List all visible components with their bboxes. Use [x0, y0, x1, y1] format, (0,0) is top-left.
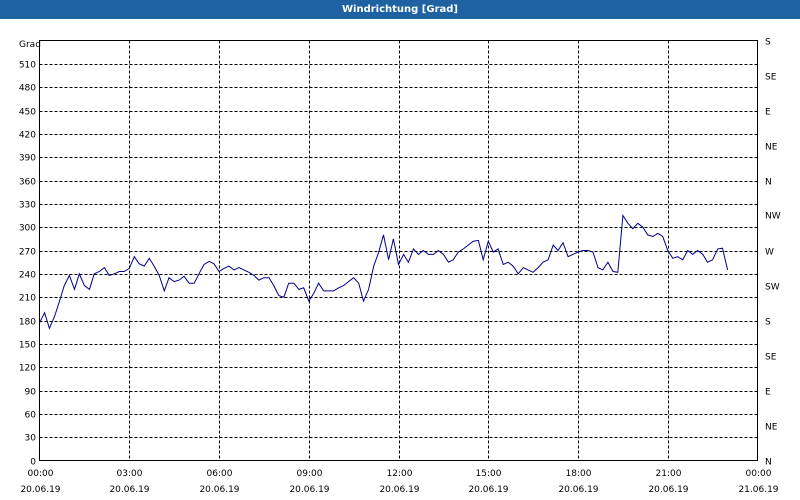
- y2-tick-label: S: [765, 318, 771, 328]
- y2-tick-label: N: [765, 178, 772, 188]
- y-tick-label: 150: [19, 341, 36, 351]
- plot-frame: [39, 40, 758, 461]
- y-tick-label: 510: [19, 61, 36, 71]
- y2-tick-label: NE: [765, 423, 778, 433]
- x-tick-time: 00:00: [28, 469, 54, 479]
- x-tick-time: 12:00: [387, 469, 413, 479]
- x-tick-date: 21.06.19: [738, 485, 778, 495]
- y2-tick-label: SE: [765, 353, 777, 363]
- y-tick-label: 330: [19, 201, 36, 211]
- y-tick-label: 390: [19, 154, 36, 164]
- x-tick-time: 21:00: [656, 469, 682, 479]
- y-tick-label: 450: [19, 108, 36, 118]
- y-tick-label: 30: [25, 434, 37, 444]
- y2-tick-label: W: [765, 248, 774, 258]
- x-tick-time: 15:00: [476, 469, 502, 479]
- x-tick-date: 20.06.19: [289, 485, 329, 495]
- chart-container: 0 30 60 90 120 150 180 210 240 270 300 330 360 390 420…: [0, 19, 800, 500]
- x-tick-date: 20.06.19: [109, 485, 149, 495]
- y-tick-label: 360: [19, 178, 36, 188]
- y-tick-label: 300: [19, 224, 36, 234]
- y-tick-label: 180: [19, 318, 36, 328]
- x-tick-time: 03:00: [117, 469, 143, 479]
- y-tick-label: 60: [25, 411, 37, 421]
- x-tick-time: 00:00: [746, 469, 772, 479]
- y-tick-label: 210: [19, 294, 36, 304]
- y2-tick-label: S: [765, 38, 771, 48]
- y-tick-label: 480: [19, 84, 36, 94]
- x-tick-time: 09:00: [297, 469, 323, 479]
- y-axis-left: 0 30 60 90 120 150 180 210 240 270 300 330 360 390 420…: [19, 61, 36, 468]
- y-tick-label: 120: [19, 364, 36, 374]
- x-tick-date: 20.06.19: [20, 485, 60, 495]
- y-axis-label: Grad: [19, 40, 41, 50]
- y-axis-right: N NE E SE S SW W NW N NE E SE S: [765, 38, 781, 468]
- wind-direction-line: [39, 214, 729, 330]
- x-axis: 00:00 20.06.19 03:00 20.06.19 06:00 20.06.19 0…: [20, 469, 778, 495]
- x-tick-date: 20.06.19: [379, 485, 419, 495]
- y2-tick-label: E: [765, 108, 771, 118]
- y2-tick-label: NE: [765, 143, 778, 153]
- x-tick-time: 18:00: [566, 469, 592, 479]
- x-tick-date: 20.06.19: [558, 485, 598, 495]
- y-tick-label: 90: [25, 388, 37, 398]
- x-tick-date: 20.06.19: [648, 485, 688, 495]
- y-tick-label: 270: [19, 248, 36, 258]
- y2-tick-label: NW: [765, 212, 781, 222]
- wind-direction-chart: 0 30 60 90 120 150 180 210 240 270 300 330 360 390 420…: [19, 38, 781, 496]
- y2-tick-label: SW: [765, 283, 780, 293]
- y2-tick-label: E: [765, 388, 771, 398]
- y2-tick-label: N: [765, 458, 772, 468]
- y-tick-label: 240: [19, 271, 36, 281]
- x-tick-date: 20.06.19: [199, 485, 239, 495]
- y-tick-label: 420: [19, 131, 36, 141]
- grid-lines: [39, 40, 758, 461]
- window-title: Windrichtung [Grad]: [0, 0, 800, 19]
- x-tick-date: 20.06.19: [468, 485, 508, 495]
- y-tick-label: 0: [30, 458, 36, 468]
- x-tick-time: 06:00: [207, 469, 233, 479]
- y2-tick-label: SE: [765, 73, 777, 83]
